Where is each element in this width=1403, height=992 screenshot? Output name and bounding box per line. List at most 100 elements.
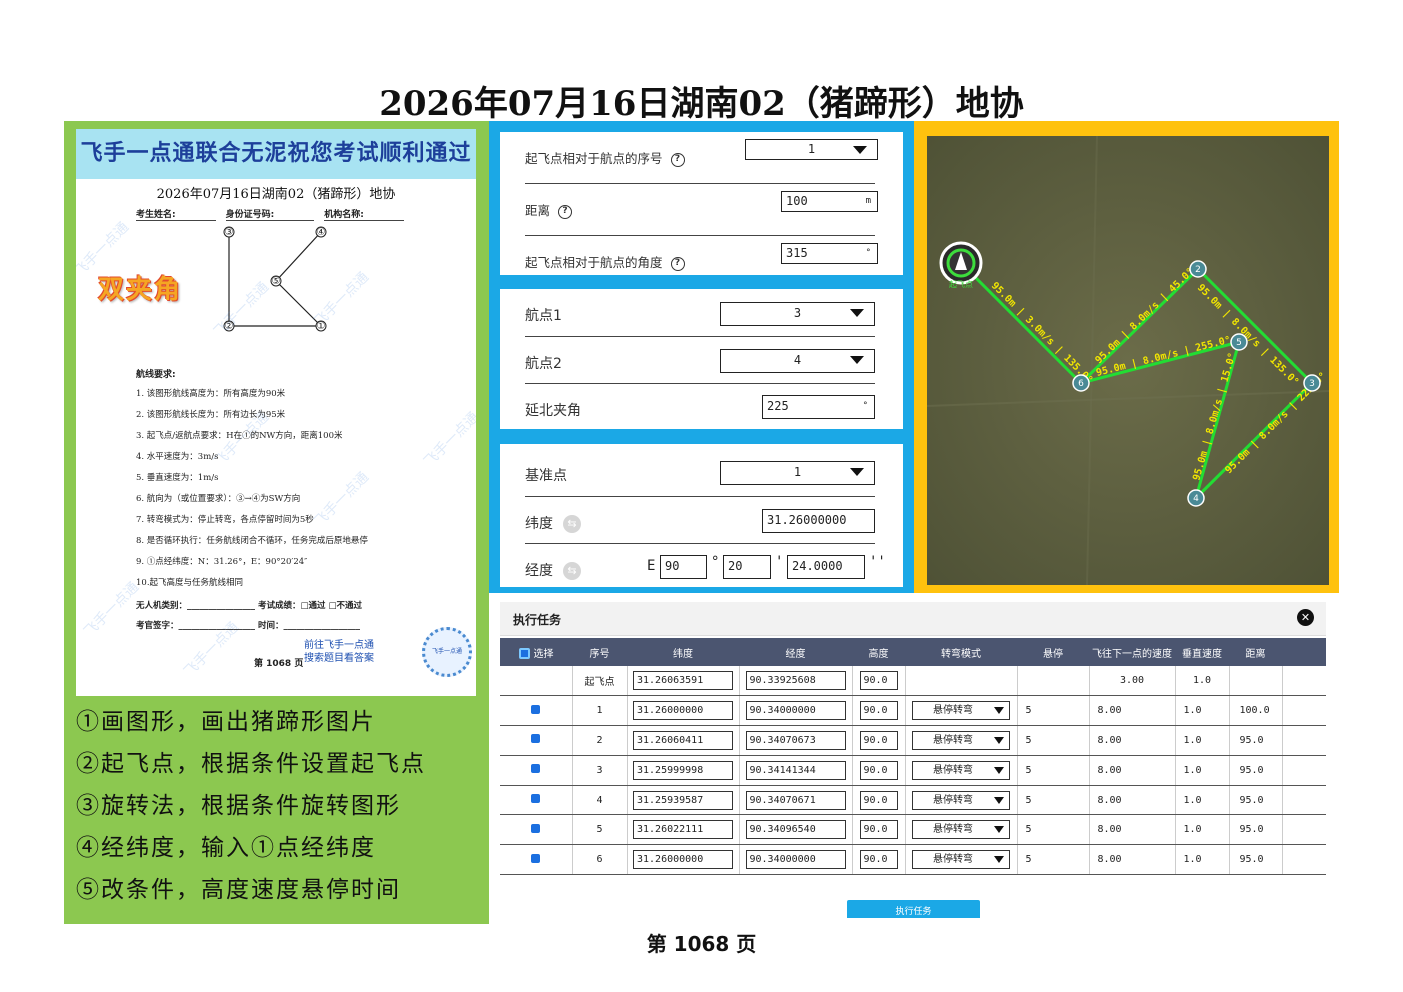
lat-cell-input[interactable]: 31.26000000 [633, 850, 733, 870]
row-checkbox[interactable] [531, 704, 541, 714]
execute-task-button[interactable]: 执行任务 [847, 900, 980, 918]
sheet-bottom: 无人机类别：________________ 考试成绩：□通过 □不通过 考官签… [136, 599, 466, 639]
lon-cell-input[interactable]: 90.34141344 [745, 760, 846, 780]
waypoint-marker[interactable]: 4 [1187, 489, 1205, 507]
table-header-row: 选择 序号 纬度 经度 高度 转弯模式 悬停 飞往下一点的速度 垂直速度 距离 [500, 638, 1326, 666]
wp1-select[interactable]: 3 [720, 302, 875, 326]
waypoint-marker[interactable]: 2 [1189, 260, 1207, 278]
cell-distance: 95.0 [1229, 755, 1283, 786]
table-row: 2 31.26060411 90.34070673 90.0 悬停转弯 5 8.00 1.0 9… [500, 725, 1326, 756]
waypoint-marker[interactable]: 5 [1230, 333, 1248, 351]
distance-input[interactable]: 100 m [781, 191, 878, 212]
turn-mode-select[interactable]: 悬停转弯 [912, 820, 1010, 840]
requirement-item: 7. 转弯模式为：停止转弯，各点停留时间为5秒 [136, 515, 314, 525]
svg-text:5: 5 [1236, 338, 1242, 348]
row-checkbox[interactable] [531, 794, 541, 804]
sheet-banner: 飞手一点通联合无泥祝您考试顺利通过 [76, 129, 476, 179]
exam-panel: 飞手一点通联合无泥祝您考试顺利通过 2026年07月16日湖南02（猪蹄形）地协… [64, 121, 489, 924]
table-row: 5 31.26022111 90.34096540 90.0 悬停转弯 5 8.00 1.0 9… [500, 814, 1326, 846]
close-icon[interactable]: ✕ [1297, 609, 1314, 626]
lon-min-input[interactable]: 20 [723, 555, 771, 579]
alt-cell-input[interactable]: 90.0 [859, 790, 898, 810]
lon-sec-input[interactable]: 24.0000 [787, 555, 865, 579]
takeoff-card: 起飞点相对于航点的序号? 1 距离? 100 m 起飞点相对于航点的角度? 315… [500, 132, 903, 275]
diagram-label-3: ③ [225, 227, 234, 238]
lon-cell-input[interactable]: 90.33925608 [745, 671, 846, 691]
takeoff-seq-select[interactable]: 1 [745, 139, 878, 160]
north-angle-label: 延北夹角 [525, 403, 581, 419]
swap-icon[interactable]: ⇆ [563, 562, 581, 580]
cell-hover: 5 [1017, 755, 1090, 786]
alt-cell-input[interactable]: 90.0 [859, 701, 898, 721]
field-name: 考生姓名: [136, 207, 216, 221]
lat-cell-input[interactable]: 31.26022111 [633, 820, 733, 840]
ref-point-select[interactable]: 1 [720, 461, 875, 485]
waypoint-marker[interactable]: 3 [1303, 374, 1321, 392]
north-angle-input[interactable]: 225 ° [762, 395, 875, 419]
chevron-down-icon [850, 468, 864, 476]
wp2-select[interactable]: 4 [720, 349, 875, 373]
alt-cell-input[interactable]: 90.0 [859, 820, 898, 840]
cell-vspeed: 1.0 [1175, 814, 1230, 846]
cell-distance: 100.0 [1229, 695, 1283, 727]
angle-row: 起飞点相对于航点的角度? 315 ° [525, 236, 878, 288]
sheet-fields: 考生姓名: 身份证号码: 机构名称: [136, 207, 466, 221]
cell-seq: 3 [572, 755, 628, 786]
cell-seq: 1 [572, 695, 628, 727]
table-row: 1 31.26000000 90.34000000 90.0 悬停转弯 5 8.00 1.0 1… [500, 695, 1326, 727]
select-all-checkbox[interactable] [518, 648, 530, 659]
col-header-select[interactable]: 选择 [500, 638, 572, 666]
satellite-map[interactable]: 95.0m | 3.0m/s | 135.0° 95.0m | 8.0m/s |… [927, 136, 1329, 585]
wp2-row: 航点2 4 [525, 337, 875, 384]
cell-vspeed: 1.0 [1175, 695, 1230, 727]
lon-cell-input[interactable]: 90.34000000 [745, 850, 846, 870]
svg-text:4: 4 [1193, 494, 1199, 504]
table-row: 6 31.26000000 90.34000000 90.0 悬停转弯 5 8.00 1.0 9… [500, 844, 1326, 876]
lon-deg-input[interactable]: 90 [660, 555, 707, 579]
lat-cell-input[interactable]: 31.26000000 [633, 701, 733, 721]
turn-mode-select[interactable]: 悬停转弯 [912, 760, 1010, 780]
angle-input[interactable]: 315 ° [781, 243, 878, 264]
diagram-label-2: ② [225, 321, 234, 332]
page-footer: 第 1068 页 [646, 932, 757, 956]
turn-mode-select[interactable]: 悬停转弯 [912, 850, 1010, 870]
swap-icon[interactable]: ⇆ [563, 515, 581, 533]
help-icon[interactable]: ? [670, 152, 685, 167]
cell-hover: 5 [1017, 814, 1090, 846]
row-checkbox[interactable] [531, 853, 541, 863]
map-panel: 95.0m | 3.0m/s | 135.0° 95.0m | 8.0m/s |… [914, 121, 1339, 593]
row-checkbox[interactable] [531, 734, 541, 744]
lat-cell-input[interactable]: 31.25939587 [633, 790, 733, 810]
lat-cell-input[interactable]: 31.26063591 [633, 671, 733, 691]
lat-input[interactable]: 31.26000000 [762, 509, 875, 533]
col-header: 纬度 [627, 638, 739, 666]
turn-mode-select[interactable]: 悬停转弯 [912, 790, 1010, 810]
help-icon[interactable]: ? [558, 204, 573, 219]
cell-hover: 5 [1017, 785, 1090, 816]
lon-cell-input[interactable]: 90.34070673 [745, 730, 846, 750]
table-row: 4 31.25939587 90.34070671 90.0 悬停转弯 5 8.00 1.0 9… [500, 785, 1326, 816]
alt-cell-input[interactable]: 90.0 [859, 730, 898, 750]
row-checkbox[interactable] [531, 764, 541, 774]
chevron-down-icon [994, 707, 1004, 715]
lat-cell-input[interactable]: 31.26060411 [633, 730, 733, 750]
wp1-label: 航点1 [525, 308, 562, 324]
cell-distance: 95.0 [1229, 725, 1283, 756]
alt-cell-input[interactable]: 90.0 [859, 850, 898, 870]
lon-cell-input[interactable]: 90.34000000 [745, 701, 846, 721]
lat-cell-input[interactable]: 31.25999998 [633, 760, 733, 780]
lon-cell-input[interactable]: 90.34096540 [745, 820, 846, 840]
route-shape-diagram: ③ ④ ⑤ ② ① [223, 226, 327, 332]
turn-mode-select[interactable]: 悬停转弯 [912, 701, 1010, 721]
alt-cell-input[interactable]: 90.0 [859, 760, 898, 780]
lon-label: 经度 ⇆ [525, 560, 581, 580]
help-icon[interactable]: ? [670, 256, 685, 271]
alt-cell-input[interactable]: 90.0 [859, 671, 898, 691]
step-item: ⑤改条件，高度速度悬停时间 [76, 877, 401, 903]
row-checkbox[interactable] [531, 823, 541, 833]
lon-cell-input[interactable]: 90.34070671 [745, 790, 846, 810]
lon-prefix: E [647, 558, 656, 574]
turn-mode-select[interactable]: 悬停转弯 [912, 730, 1010, 750]
page-title: 2026年07月16日湖南02（猪蹄形）地协 [379, 84, 1024, 124]
waypoint-marker[interactable]: 6 [1072, 374, 1090, 392]
